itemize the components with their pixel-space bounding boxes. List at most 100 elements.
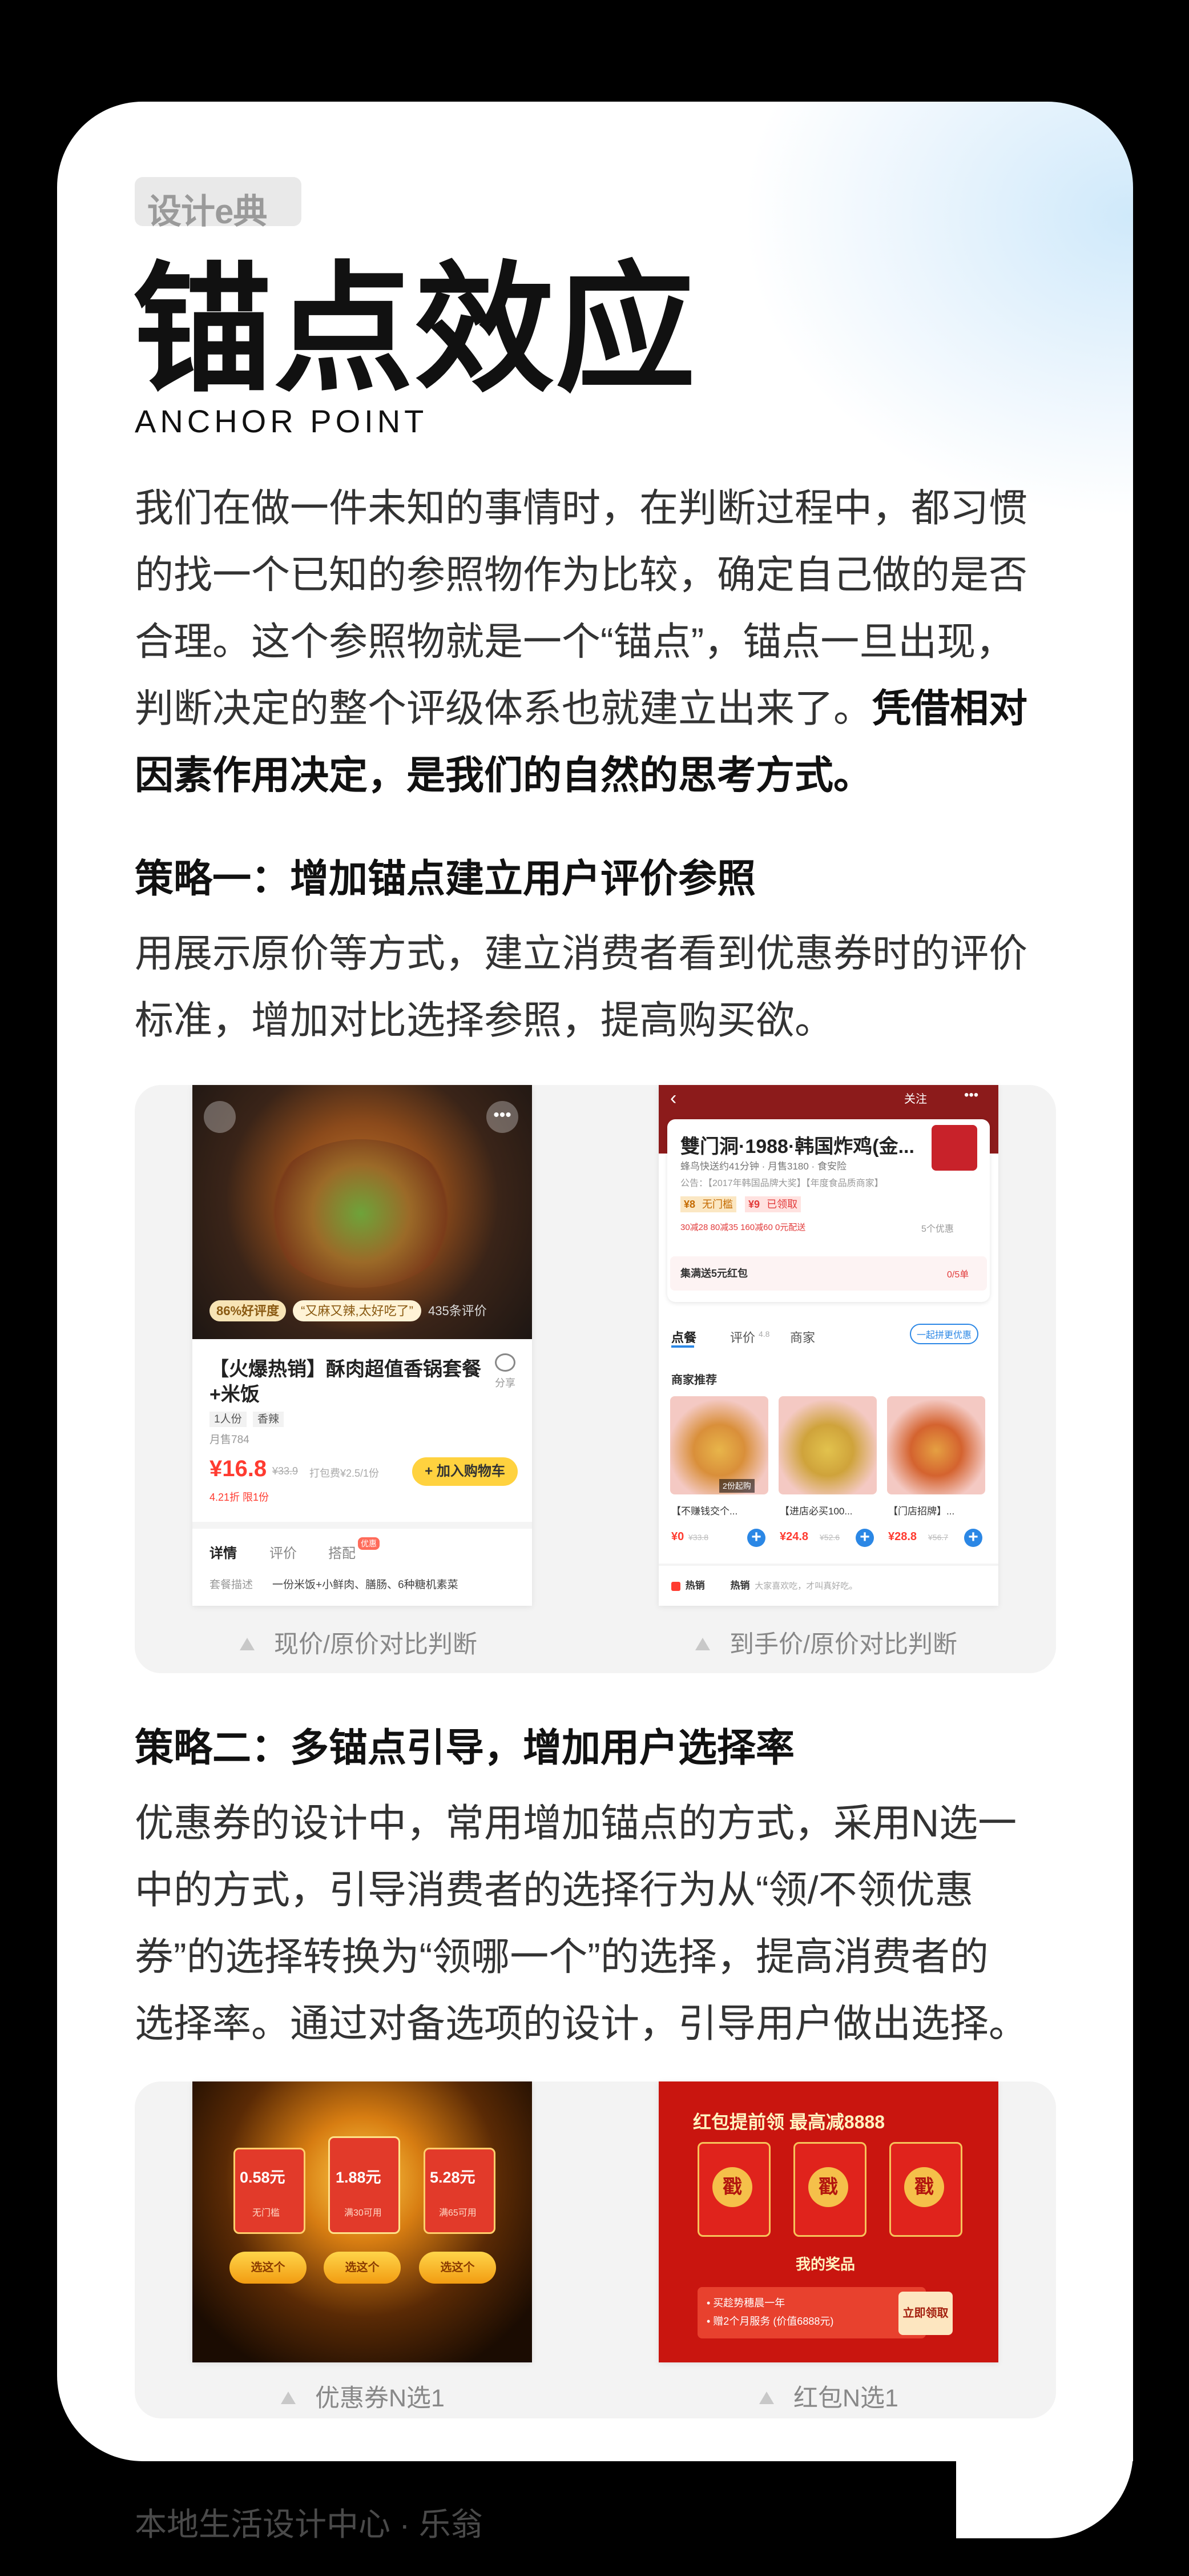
prize-line: • 买趁势穗晨一年 bbox=[707, 2297, 785, 2309]
current-price: ¥16.8 bbox=[209, 1456, 267, 1481]
more-promos[interactable]: 5个优惠 bbox=[921, 1221, 954, 1235]
tab-review[interactable]: 评价 bbox=[269, 1542, 297, 1562]
add-to-cart-button[interactable]: + 加入购物车 bbox=[412, 1457, 518, 1486]
tab-store[interactable]: 商家 bbox=[790, 1328, 815, 1346]
coupon-amount: ¥9 bbox=[745, 1196, 764, 1212]
strategy2-line: 中的方式，引导消费者的选择行为从“领/不领优惠 bbox=[135, 1868, 974, 1912]
tags: 1人份 香辣 bbox=[209, 1410, 284, 1427]
strategy2-line: 券”的选择转换为“领哪一个”的选择，提高消费者的 bbox=[135, 1935, 989, 1979]
tab-combo-badge: 优惠 bbox=[358, 1537, 380, 1550]
coupons: ¥8 无门槛 ¥9 已领取 bbox=[680, 1196, 801, 1212]
strategy2-paragraph: 优惠券的设计中，常用增加锚点的方式，采用N选一 中的方式，引导消费者的选择行为从… bbox=[135, 1790, 1059, 2057]
item-price: ¥24.8 bbox=[780, 1530, 809, 1543]
tag: 1人份 bbox=[209, 1412, 247, 1427]
strategy1-line: 标准，增加对比选择参照，提高购买欲。 bbox=[135, 999, 834, 1042]
triangle-icon bbox=[759, 2391, 774, 2404]
tab-order[interactable]: 点餐 bbox=[671, 1328, 696, 1346]
select-coupon-button[interactable]: 选这个 bbox=[419, 2252, 496, 2284]
group-buy-button[interactable]: 一起拼更优惠 bbox=[910, 1324, 979, 1344]
share-label: 分享 bbox=[495, 1377, 515, 1389]
follow-button[interactable]: 关注 bbox=[904, 1090, 927, 1106]
intro-line: 因素作用决定，是我们的自然的思考方式。 bbox=[135, 742, 1059, 809]
intro-emphasis: 凭借相对 bbox=[872, 687, 1028, 730]
more-icon[interactable]: ••• bbox=[486, 1101, 518, 1133]
brand-badge: 设计e典 bbox=[135, 177, 301, 231]
rating-badge: 86%好评度 bbox=[209, 1300, 287, 1321]
store-notice: 公告：【2017年韩国品牌大奖】【年度食品质商家】 bbox=[680, 1179, 884, 1188]
caption-text: 到手价/原价对比判断 bbox=[729, 1631, 957, 1658]
intro-paragraph: 我们在做一件未知的事情时，在判断过程中，都习惯 的找一个已知的参照物作为比较，确… bbox=[135, 475, 1059, 809]
tab-combo[interactable]: 搭配 bbox=[328, 1542, 356, 1562]
add-item-button[interactable]: + bbox=[964, 1529, 982, 1547]
monthly-sales: 月售784 bbox=[209, 1434, 249, 1446]
poke-button[interactable]: 戳 bbox=[808, 2167, 848, 2207]
poke-button[interactable]: 戳 bbox=[904, 2167, 944, 2207]
intro-line: 我们在做一件未知的事情时，在判断过程中，都习惯 bbox=[135, 487, 1028, 530]
recommend-title: 商家推荐 bbox=[671, 1374, 717, 1387]
strategy2-line: 优惠券的设计中，常用增加锚点的方式，采用N选一 bbox=[135, 1802, 1017, 1845]
item-orig-price: ¥56.7 bbox=[928, 1533, 949, 1542]
item-name: 【门店招牌】... bbox=[888, 1506, 955, 1517]
item-image bbox=[887, 1396, 985, 1494]
hot-text: 大家喜欢吃，才叫真好吃。 bbox=[755, 1581, 858, 1591]
tab-detail[interactable]: 详情 bbox=[209, 1542, 237, 1562]
add-item-button[interactable]: + bbox=[747, 1529, 765, 1547]
hot-label: 热销 bbox=[685, 1580, 705, 1591]
intro-emphasis: 因素作用决定，是我们的自然的思考方式。 bbox=[135, 754, 873, 797]
original-price: ¥33.9 bbox=[272, 1465, 299, 1477]
tab-review[interactable]: 评价 bbox=[730, 1328, 755, 1346]
strategy1-paragraph: 用展示原价等方式，建立消费者看到优惠券时的评价 标准，增加对比选择参照，提高购买… bbox=[135, 921, 1059, 1054]
coupon-condition: 满30可用 bbox=[344, 2208, 382, 2218]
more-icon[interactable]: ••• bbox=[964, 1087, 978, 1103]
caption-left-2: 优惠券N选1 bbox=[281, 2378, 445, 2414]
store-name: 雙门洞·1988·韩国炸鸡(金... bbox=[680, 1136, 914, 1158]
caption-text: 优惠券N选1 bbox=[315, 2385, 445, 2412]
item-image bbox=[779, 1396, 877, 1494]
item-badge: 2份起购 bbox=[719, 1479, 755, 1493]
discount-note: 4.21折 限1份 bbox=[209, 1492, 269, 1503]
coupon-amount: 1.88元 bbox=[336, 2169, 381, 2186]
footer-credit: 本地生活设计中心 · 乐翁 bbox=[135, 2506, 483, 2542]
hot-section: 热销 热销 大家喜欢吃，才叫真好吃。 bbox=[671, 1577, 857, 1592]
coupon-condition: 满65可用 bbox=[439, 2208, 477, 2218]
caption-right-1: 到手价/原价对比判断 bbox=[695, 1625, 957, 1660]
caption-text: 现价/原价对比判断 bbox=[274, 1631, 477, 1658]
product-title-2: +米饭 bbox=[209, 1384, 260, 1405]
page-title: 锚点效应 bbox=[132, 251, 696, 408]
coupon-amount: ¥8 bbox=[680, 1196, 699, 1212]
desc-label: 套餐描述 bbox=[209, 1579, 253, 1591]
triangle-icon bbox=[695, 1637, 710, 1650]
rating-strip: 86%好评度 “又麻又辣,太好吃了” 435条评价 bbox=[209, 1300, 487, 1321]
redpacket-progress: 0/5单 bbox=[947, 1270, 969, 1280]
tab-indicator bbox=[671, 1345, 694, 1348]
coupon-label: 已领取 bbox=[763, 1196, 801, 1212]
screenshot-store-page: ‹ 关注 ••• 雙门洞·1988·韩国炸鸡(金... 蜂鸟快送约41分钟 · … bbox=[659, 1085, 998, 1606]
prize-title: 我的奖品 bbox=[796, 2256, 856, 2273]
caption-right-2: 红包N选1 bbox=[759, 2378, 898, 2414]
screenshot-dish-detail: ••• 86%好评度 “又麻又辣,太好吃了” 435条评价 【火爆热销】酥肉超值… bbox=[192, 1085, 532, 1606]
share-icon[interactable] bbox=[495, 1353, 515, 1372]
brand-badge-text: 设计e典 bbox=[147, 192, 267, 231]
item-price: ¥0 bbox=[671, 1530, 684, 1543]
coupon-card[interactable] bbox=[233, 2148, 305, 2234]
back-icon[interactable] bbox=[204, 1101, 236, 1133]
redpacket-header: 红包提前领 最高减8888 bbox=[693, 2112, 885, 2132]
hot-icon bbox=[671, 1581, 680, 1591]
triangle-icon bbox=[281, 2391, 296, 2404]
item-name: 【不赚钱交个... bbox=[671, 1506, 738, 1517]
hot-label-repeat: 热销 bbox=[730, 1580, 750, 1591]
review-score: 4.8 bbox=[759, 1329, 770, 1339]
item-orig-price: ¥52.6 bbox=[820, 1533, 840, 1542]
coupon-amount: 5.28元 bbox=[430, 2169, 475, 2186]
poke-button[interactable]: 戳 bbox=[712, 2167, 752, 2207]
select-coupon-button[interactable]: 选这个 bbox=[229, 2252, 307, 2284]
coupon-card[interactable] bbox=[424, 2148, 495, 2234]
claim-button[interactable]: 立即领取 bbox=[898, 2292, 953, 2335]
intro-line: 判断决定的整个评级体系也就建立出来了。凭借相对 bbox=[135, 676, 1059, 742]
strategy1-line: 用展示原价等方式，建立消费者看到优惠券时的评价 bbox=[135, 932, 1028, 975]
select-coupon-button[interactable]: 选这个 bbox=[324, 2252, 401, 2284]
store-meta: 蜂鸟快送约41分钟 · 月售3180 · 食安险 bbox=[680, 1161, 847, 1172]
back-icon[interactable]: ‹ bbox=[670, 1087, 676, 1110]
add-item-button[interactable]: + bbox=[856, 1529, 874, 1547]
prize-line: • 赠2个月服务 (价值6888元) bbox=[707, 2316, 834, 2327]
